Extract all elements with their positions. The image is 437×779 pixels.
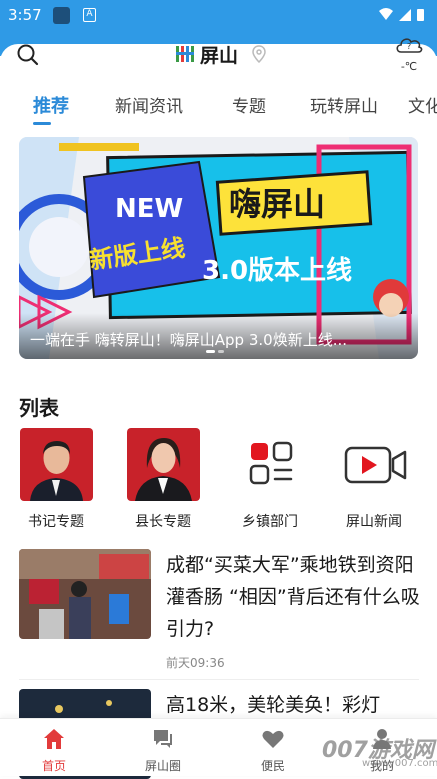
tab-play-pingshan[interactable]: 玩转屏山 (310, 92, 378, 117)
nav-pingshan-circle[interactable]: 屏山圈 (133, 727, 193, 774)
app-notification-icon (53, 7, 70, 24)
nav-services-label: 便民 (260, 759, 285, 773)
cloud-icon: ? (396, 38, 423, 53)
heart-icon (262, 730, 284, 748)
signal-battery-icon (379, 8, 424, 21)
video-camera-icon (338, 428, 411, 501)
category-tabs: 推荐 新闻资讯 专题 玩转屏山 文化 (0, 82, 437, 128)
section-title: 列表 (19, 396, 59, 420)
news-title: 高18米，美轮美奂！彩灯 (166, 694, 381, 716)
news-title: 成都“买菜大军”乘地铁到资阳灌香肠 “相因”背后还有什么吸引力? (166, 554, 420, 640)
status-time: 3:57 (8, 6, 42, 24)
tab-topics[interactable]: 专题 (232, 92, 266, 117)
home-icon (44, 729, 64, 749)
nav-home[interactable]: 首页 (24, 727, 84, 774)
location-icon[interactable] (252, 45, 266, 63)
tab-culture[interactable]: 文化 (408, 92, 437, 117)
watermark-url: www.y007.com (362, 758, 437, 769)
news-thumbnail (19, 549, 151, 639)
grid-label-townships: 乡镇部门 (242, 514, 298, 530)
brand-name: 屏山 (200, 44, 239, 67)
carousel-dots (206, 350, 224, 353)
grid-apps-icon (234, 428, 307, 501)
secretary-photo (19, 428, 93, 501)
notification-a-icon: A (83, 8, 96, 22)
news-time: 前天09:36 (166, 656, 225, 670)
grid-item-secretary[interactable]: 书记专题 (18, 428, 94, 531)
grid-label-secretary: 书记专题 (28, 514, 84, 530)
chat-icon (154, 730, 172, 748)
banner-caption-text: 一端在手 嗨转屏山！嗨屏山App 3.0焕新上线... (30, 331, 348, 349)
nav-home-label: 首页 (41, 759, 66, 773)
grid-item-pingshan-news[interactable]: 屏山新闻 (336, 428, 412, 531)
weather-badge: ? (407, 42, 411, 51)
banner-title-text: 嗨屏山 (229, 185, 325, 223)
news-divider (19, 679, 419, 680)
brand-logo-icon (176, 46, 194, 62)
nav-services[interactable]: 便民 (243, 727, 303, 774)
weather-temp: -℃ (400, 60, 418, 73)
grid-item-townships[interactable]: 乡镇部门 (232, 428, 308, 531)
grid-item-county-head[interactable]: 县长专题 (125, 428, 201, 531)
tab-active-indicator (33, 122, 51, 125)
brand: 屏山 (174, 42, 239, 67)
county-head-photo (126, 428, 200, 501)
search-icon[interactable] (17, 44, 39, 66)
grid-label-county-head: 县长专题 (135, 514, 191, 530)
tab-news[interactable]: 新闻资讯 (115, 92, 183, 117)
grid-label-pingshan-news: 屏山新闻 (346, 514, 402, 530)
banner-sub-text: 3.0版本上线 (202, 256, 352, 286)
banner-new-text: NEW (115, 194, 183, 224)
banner-carousel[interactable]: NEW 新版上线 嗨屏山 3.0版本上线 一端在手 嗨转屏山！嗨屏山App 3.… (19, 137, 418, 359)
status-bar: 3:57 A (0, 0, 437, 30)
tab-recommend[interactable]: 推荐 (33, 92, 69, 118)
weather-widget[interactable]: ? -℃ (390, 33, 428, 73)
nav-pingshan-circle-label: 屏山圈 (144, 759, 181, 773)
